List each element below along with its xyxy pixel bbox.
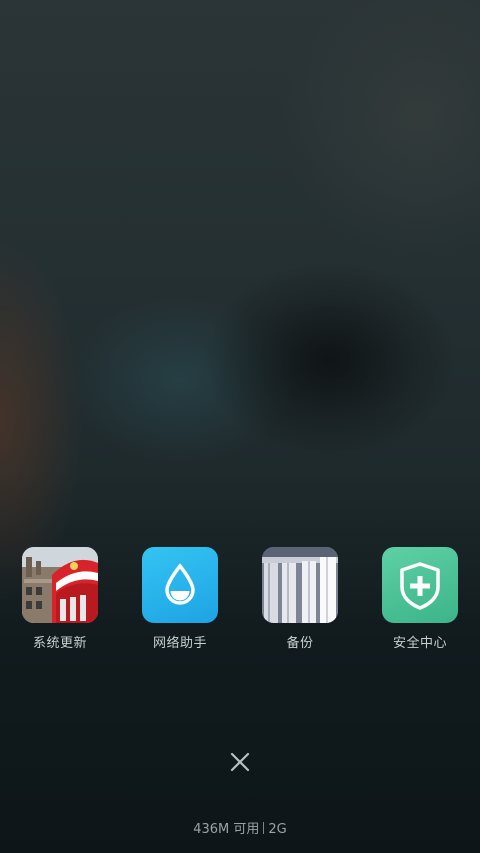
recent-app-network-assistant[interactable]: 网络助手 [130, 547, 230, 651]
recent-apps-row: 系统更新 网络助手 备份 安全中心 [0, 547, 480, 657]
recent-app-security-center[interactable]: 安全中心 [370, 547, 470, 651]
recent-app-system-update[interactable]: 系统更新 [10, 547, 110, 651]
app-label: 系统更新 [32, 636, 87, 651]
shield-plus-icon [382, 547, 458, 623]
app-label: 安全中心 [392, 636, 447, 651]
app-label: 备份 [286, 636, 314, 651]
blurred-wallpaper [0, 0, 480, 853]
recent-app-backup[interactable]: 备份 [250, 547, 350, 651]
water-drop-icon [142, 547, 218, 623]
status-divider [263, 822, 265, 834]
close-icon[interactable] [224, 746, 256, 778]
available-memory: 436M 可用 [193, 822, 260, 837]
telephone-booth-photo-icon [22, 547, 98, 623]
columns-photo-icon [262, 547, 338, 623]
network-type: 2G [268, 822, 287, 837]
memory-status: 436M 可用 2G [0, 818, 480, 837]
app-label: 网络助手 [152, 636, 207, 651]
